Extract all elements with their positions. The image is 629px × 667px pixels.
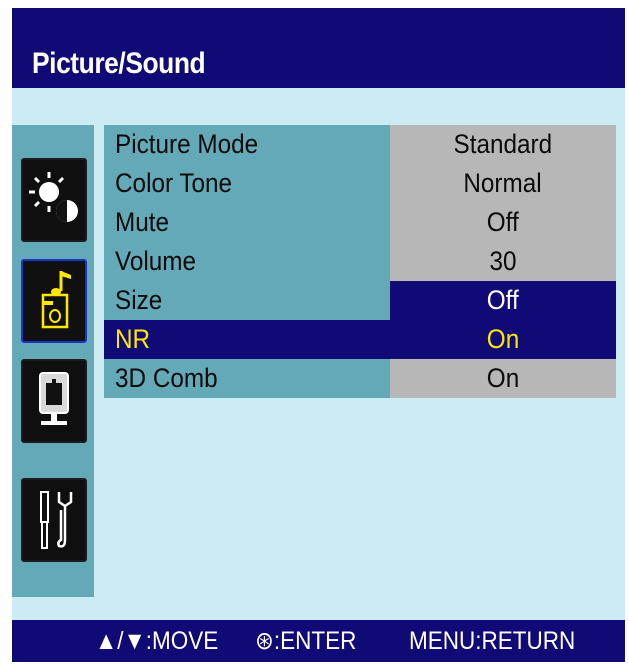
menu-item-label: 3D Comb (115, 363, 218, 393)
footer-help-bar: ▲/▼:MOVE ⊛:ENTER MENU:RETURN (12, 620, 625, 662)
page-title: Picture/Sound (32, 47, 206, 80)
sidebar-item-screen[interactable] (21, 359, 87, 443)
menu-item-3d-comb[interactable]: 3D Comb On (104, 359, 616, 398)
menu-item-mute[interactable]: Mute Off (104, 203, 616, 242)
sidebar-item-sound[interactable] (21, 259, 87, 343)
sidebar-item-picture[interactable] (21, 158, 87, 242)
menu-item-color-tone[interactable]: Color Tone Normal (104, 164, 616, 203)
sound-note-icon (41, 271, 71, 329)
enter-hint: ⊛:ENTER (255, 627, 357, 655)
return-hint: MENU:RETURN (409, 627, 576, 655)
menu-item-label: Picture Mode (115, 129, 259, 159)
brightness-contrast-icon (29, 172, 78, 222)
title-bar: Picture/Sound (12, 8, 625, 88)
category-sidebar (12, 125, 94, 597)
tools-setup-icon (40, 491, 73, 549)
menu-item-label: Color Tone (115, 168, 233, 198)
move-hint: ▲/▼:MOVE (95, 627, 219, 655)
tv-screen-icon (39, 372, 69, 425)
menu-item-value: Off (487, 207, 519, 237)
menu-item-label: Size (115, 285, 163, 315)
menu-item-value: Off (487, 285, 519, 315)
menu-item-label: NR (115, 324, 151, 354)
menu-item-label: Volume (115, 246, 197, 276)
menu-item-value: On (486, 324, 520, 354)
sidebar-item-setup[interactable] (21, 478, 87, 562)
menu-item-value: On (486, 363, 520, 393)
menu-item-nr[interactable]: NR On (104, 320, 616, 359)
osd-window: Picture/Sound Picture Mode Standard Colo… (12, 8, 625, 662)
menu-item-volume[interactable]: Volume 30 (104, 242, 616, 281)
menu-item-value: 30 (489, 246, 517, 276)
menu-item-value: Standard (453, 129, 553, 159)
menu-item-label: Mute (115, 207, 170, 237)
menu-item-size[interactable]: Size Off (104, 281, 616, 320)
menu-item-value: Normal (463, 168, 543, 198)
menu-item-picture-mode[interactable]: Picture Mode Standard (104, 125, 616, 164)
